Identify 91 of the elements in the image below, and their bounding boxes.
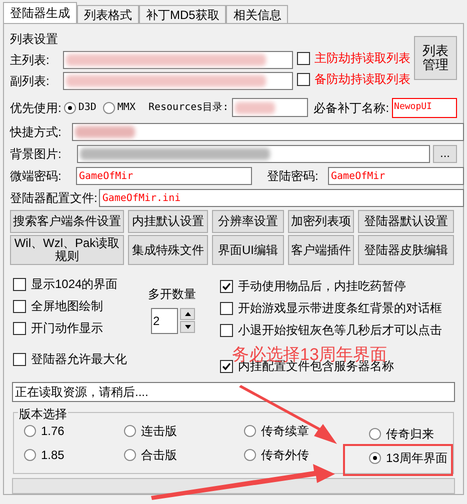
radio-label: 1.85 — [41, 446, 64, 464]
checkbox[interactable] — [13, 352, 26, 366]
tab[interactable]: 补丁MD5获取 — [139, 5, 226, 23]
field-value: NewopUI — [394, 100, 432, 114]
spin-up-button[interactable] — [180, 308, 195, 320]
field-label: 副列表: — [10, 73, 50, 90]
checkbox-label: 全屏地图绘制 — [31, 298, 103, 316]
count-field[interactable]: 2 — [151, 308, 178, 334]
action-button[interactable]: 分辨率设置 — [212, 210, 284, 234]
checkbox[interactable] — [220, 280, 233, 293]
down-arrow-icon — [184, 325, 190, 330]
field-label: 主列表: — [10, 52, 50, 69]
list-manage-button[interactable]: 列表管理 — [414, 36, 457, 80]
tab[interactable]: 登陆器生成 — [3, 2, 77, 23]
field-label: 微端密码: — [10, 168, 62, 186]
section-title: 列表设置 — [10, 31, 58, 48]
action-button[interactable]: 登陆器默认设置 — [358, 210, 454, 234]
login-password-field[interactable]: GameOfMir — [328, 167, 464, 186]
radio-button[interactable] — [369, 428, 381, 440]
radio-button[interactable] — [24, 448, 36, 461]
checkbox[interactable] — [297, 72, 310, 86]
field-label: 优先使用: — [10, 100, 62, 117]
tab[interactable]: 相关信息 — [226, 5, 288, 23]
status-text: 正在读取资源，请稍后.... — [15, 384, 148, 401]
field-label: 登陆密码: — [267, 168, 320, 186]
up-arrow-icon — [184, 312, 190, 316]
checkbox-label: 主防劫持读取列表 — [314, 50, 410, 67]
field-label: 背景图片: — [10, 146, 62, 163]
field-label: 多开数量 — [148, 286, 197, 304]
resources-field[interactable] — [232, 98, 308, 118]
checkbox[interactable] — [13, 278, 26, 291]
check-icon — [222, 282, 231, 291]
action-button[interactable]: 内挂默认设置 — [128, 210, 208, 234]
checkbox-label: 手动使用物品后，内挂吃药暂停 — [238, 278, 406, 296]
checkbox-label: 登陆器允许最大化 — [31, 351, 127, 368]
checkbox[interactable] — [220, 324, 233, 337]
field-label: 必备补丁名称: — [314, 100, 390, 117]
radio-label: 13周年界面 — [386, 450, 448, 467]
checkbox[interactable] — [220, 360, 233, 373]
check-icon — [222, 362, 231, 371]
patch-field[interactable]: NewopUI — [392, 98, 457, 118]
action-button[interactable]: 搜索客户端条件设置 — [10, 210, 124, 234]
radio-button[interactable] — [24, 424, 36, 437]
radio-label: 传奇归来 — [386, 426, 434, 443]
checkbox-label: 开门动作显示 — [31, 320, 103, 338]
checkbox[interactable] — [13, 300, 26, 313]
radio-button[interactable] — [369, 452, 381, 464]
field-value: 2 — [153, 313, 160, 330]
field-label: Resources目录: — [148, 101, 229, 116]
radio-label: MMX — [117, 101, 136, 116]
checkbox[interactable] — [220, 302, 233, 315]
config-file-field[interactable]: GameOfMir.ini — [99, 189, 464, 208]
checkbox[interactable] — [297, 52, 310, 64]
field-value: GameOfMir.ini — [102, 192, 181, 206]
radio-label: 连击版 — [141, 422, 177, 440]
radio-button[interactable] — [103, 102, 116, 114]
radio-label: 合击版 — [141, 446, 177, 464]
radio-button[interactable] — [244, 424, 256, 437]
radio-label: 1.76 — [41, 422, 64, 440]
background-field[interactable] — [77, 144, 430, 163]
action-button[interactable]: 登陆器皮肤编辑 — [358, 235, 454, 266]
browse-button[interactable]: ... — [433, 144, 457, 163]
checkbox-label: 开始游戏显示带进度条红背景的对话框 — [238, 300, 442, 318]
field-label: 登陆器配置文件: — [10, 190, 98, 208]
radio-button[interactable] — [64, 102, 76, 114]
action-button[interactable]: 集成特殊文件 — [128, 235, 208, 266]
arrow-icon — [238, 385, 338, 445]
checkbox-label: 备防劫持读取列表 — [314, 71, 410, 88]
radio-button[interactable] — [124, 448, 136, 461]
radio-button[interactable] — [124, 424, 136, 437]
radio-button[interactable] — [244, 448, 256, 461]
action-button[interactable]: 界面UI编辑 — [212, 235, 284, 266]
tab[interactable]: 列表格式 — [77, 5, 139, 23]
checkbox[interactable] — [13, 322, 26, 335]
field-label: 快捷方式: — [10, 124, 62, 142]
shortcut-field[interactable] — [72, 123, 464, 142]
field-value: GameOfMir — [79, 170, 134, 184]
checkbox-label: 小退开始按钮灰色等几秒后才可以点击 — [238, 322, 442, 340]
arrow-icon — [150, 463, 336, 501]
field-value: GameOfMir — [331, 170, 386, 184]
action-button[interactable]: Wil、Wzl、Pak读取规则 — [10, 235, 124, 266]
radio-label: 传奇续章 — [261, 422, 309, 440]
micro-password-field[interactable]: GameOfMir — [76, 167, 252, 186]
action-button[interactable]: 客户端插件 — [288, 235, 354, 266]
radio-label: D3D — [78, 101, 96, 116]
spin-down-button[interactable] — [180, 321, 195, 334]
action-button[interactable]: 加密列表项 — [288, 210, 354, 234]
list-field[interactable] — [63, 72, 294, 90]
radio-label: 传奇外传 — [261, 446, 309, 464]
checkbox-label: 显示1024的界面 — [31, 276, 118, 294]
list-field[interactable] — [63, 51, 294, 69]
